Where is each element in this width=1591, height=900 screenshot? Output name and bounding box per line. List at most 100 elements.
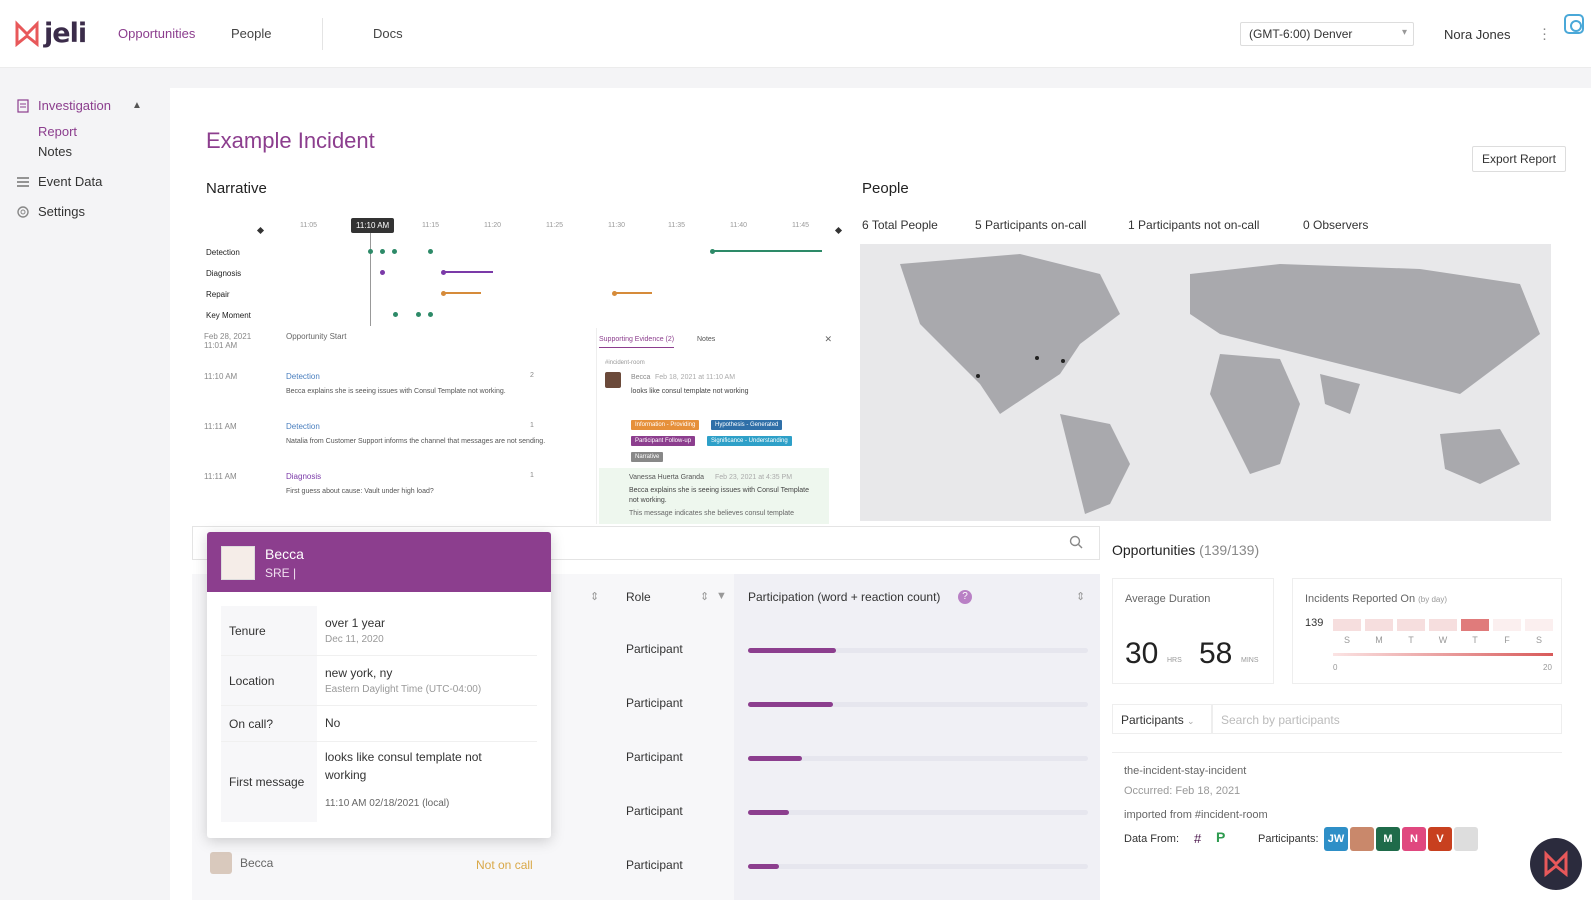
timezone-select[interactable]: (GMT-6:00) Denver ▾ [1240, 22, 1414, 46]
participant-name[interactable]: Becca [240, 856, 273, 870]
filter-label: Participants [1121, 713, 1184, 727]
filter-icon[interactable]: ▼ [716, 590, 727, 602]
sidebar-item-investigation[interactable]: Investigation [16, 98, 111, 113]
incident-name[interactable]: the-incident-stay-incident [1124, 765, 1246, 777]
timeline-cursor[interactable] [370, 228, 371, 326]
top-bar: jeli Opportunities People Docs (GMT-6:00… [0, 0, 1591, 68]
timeline-event-bar[interactable] [614, 292, 652, 294]
popover-row-first-message: First message looks like consul template… [221, 742, 537, 822]
timeline-event-bar[interactable] [712, 250, 822, 252]
pagerduty-icon: P [1216, 829, 1226, 845]
world-map-icon [900, 254, 1540, 514]
reported-total: 139 [1305, 617, 1324, 629]
role-cell: Participant [626, 696, 683, 710]
timeline-event-bar[interactable] [443, 292, 481, 294]
timeline-event-dot[interactable] [392, 249, 397, 254]
popover-key: Tenure [221, 606, 317, 655]
opportunities-title: Opportunities (139/139) [1112, 542, 1259, 558]
participant-avatar[interactable]: JW [1324, 827, 1348, 851]
close-icon[interactable]: ✕ [824, 334, 832, 345]
column-header-participation[interactable]: Participation (word + reaction count) [748, 590, 940, 604]
timeline-event-dot[interactable] [428, 312, 433, 317]
nav-people[interactable]: People [231, 26, 271, 41]
participants-filter-button[interactable]: Participants ⌄ [1112, 704, 1212, 734]
timeline-event-dot[interactable] [368, 249, 373, 254]
sidebar-item-settings[interactable]: Settings [16, 204, 85, 219]
stat-label: Observers [1313, 218, 1369, 232]
event-link-count: 1 [530, 422, 534, 429]
participant-avatar[interactable]: M [1376, 827, 1400, 851]
stat-total-people: 6 Total People [862, 218, 938, 232]
sidebar-item-event-data[interactable]: Event Data [16, 174, 102, 189]
sidebar-label-settings: Settings [38, 204, 85, 219]
help-icon[interactable]: ? [958, 590, 972, 604]
jeli-assistant-button[interactable] [1530, 838, 1582, 890]
event-link-count: 2 [530, 372, 534, 379]
nav-opportunities[interactable]: Opportunities [118, 26, 195, 41]
tab-notes[interactable]: Notes [697, 336, 715, 343]
opportunities-label: Opportunities [1112, 542, 1196, 558]
heatmap-cell[interactable] [1397, 619, 1425, 631]
timeline-event-dot[interactable] [393, 312, 398, 317]
participant-avatar[interactable] [1350, 827, 1374, 851]
heatmap-cell[interactable] [1429, 619, 1457, 631]
sort-icon[interactable]: ⇕ [590, 590, 599, 603]
tag-chip[interactable]: Information - Providing [631, 420, 700, 430]
participation-fill [748, 864, 779, 869]
timeline-event-dot[interactable] [380, 249, 385, 254]
stat-observers: 0 Observers [1303, 218, 1368, 232]
tag-chip[interactable]: Hypothesis - Generated [711, 420, 783, 430]
heatmap-cell[interactable] [1461, 619, 1489, 631]
participant-avatar[interactable]: V [1428, 827, 1452, 851]
heatmap-cell[interactable] [1365, 619, 1393, 631]
popover-row-oncall: On call? No [221, 706, 537, 742]
tag-chip[interactable]: Narrative [631, 452, 664, 462]
sidebar-label-event-data: Event Data [38, 174, 103, 189]
timeline-event-dot[interactable] [428, 249, 433, 254]
sort-icon[interactable]: ⇕ [700, 590, 709, 603]
timeline-event-dot[interactable] [380, 270, 385, 275]
event-type: Detection [286, 372, 320, 381]
heatmap-scale [1333, 653, 1553, 656]
event-description: Becca explains she is seeing issues with… [286, 388, 506, 395]
participation-fill [748, 810, 789, 815]
incident-card[interactable]: the-incident-stay-incident Occurred: Feb… [1112, 752, 1562, 872]
slack-icon: # [1194, 831, 1202, 846]
screen-capture-icon[interactable] [1564, 14, 1584, 34]
heatmap-cell[interactable] [1525, 619, 1553, 631]
heatmap-cell[interactable] [1333, 619, 1361, 631]
timeline-event-dot[interactable] [416, 312, 421, 317]
participation-bar [748, 810, 1088, 815]
participation-bar [748, 702, 1088, 707]
export-report-button[interactable]: Export Report [1472, 146, 1566, 172]
timeline-start-marker [256, 226, 265, 235]
participant-avatar[interactable]: N [1402, 827, 1426, 851]
people-map[interactable] [860, 244, 1551, 521]
sidebar: Investigation ▲ Report Notes Event Data … [0, 68, 170, 900]
user-name[interactable]: Nora Jones [1444, 27, 1510, 42]
more-menu-icon[interactable]: · · · [1542, 21, 1547, 46]
page-title: Example Incident [206, 128, 375, 153]
logo[interactable]: jeli [14, 18, 87, 49]
participant-avatar[interactable] [1454, 827, 1478, 851]
search-by-participants-input[interactable]: Search by participants [1212, 704, 1562, 734]
heatmap-day-label: T [1408, 635, 1414, 645]
nav-docs[interactable]: Docs [373, 26, 403, 41]
tab-supporting-evidence[interactable]: Supporting Evidence (2) [599, 336, 675, 348]
column-header-role[interactable]: Role [626, 590, 651, 604]
participation-fill [748, 648, 837, 653]
sort-icon[interactable]: ⇕ [1076, 590, 1085, 603]
chevron-up-icon[interactable]: ▲ [132, 100, 142, 111]
tag-chip[interactable]: Participant Follow-up [631, 436, 696, 446]
evidence-note[interactable]: Vanessa Huerta Granda Feb 23, 2021 at 4:… [599, 468, 829, 524]
popover-subvalue: Dec 11, 2020 [325, 634, 384, 645]
sidebar-item-report[interactable]: Report [38, 124, 77, 139]
stat-value: 6 [862, 218, 869, 232]
timeline-event-bar[interactable] [443, 271, 493, 273]
tag-chip[interactable]: Significance - Understanding [707, 436, 792, 446]
heatmap-cell[interactable] [1493, 619, 1521, 631]
narrative-timeline[interactable]: 11:05 11:15 11:20 11:25 11:30 11:35 11:4… [200, 216, 846, 326]
search-icon[interactable] [1069, 535, 1083, 549]
message-text: Becca explains she is seeing issues with… [629, 487, 810, 504]
sidebar-item-notes[interactable]: Notes [38, 144, 72, 159]
